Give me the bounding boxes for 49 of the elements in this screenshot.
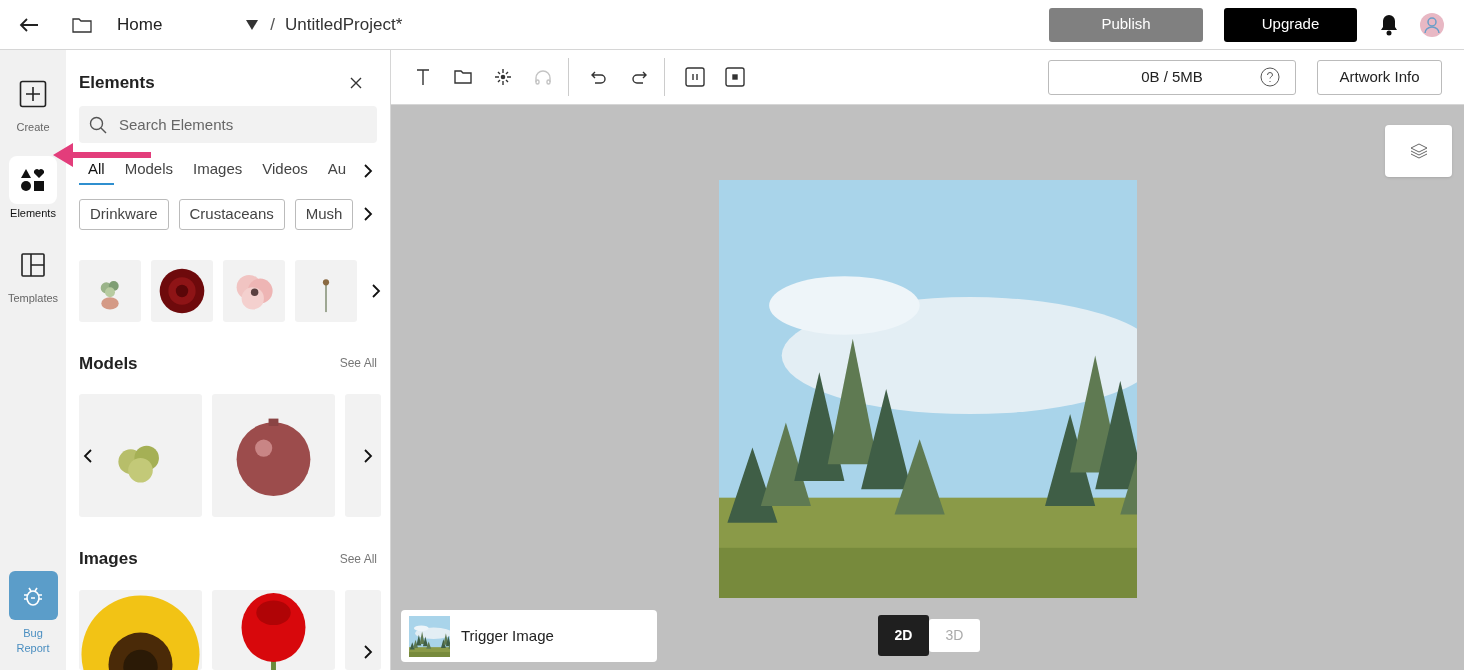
upgrade-button[interactable]: Upgrade: [1224, 7, 1357, 42]
search-field[interactable]: Search Elements: [79, 105, 377, 143]
artwork-info-button[interactable]: Artwork Info: [1317, 59, 1442, 95]
shapes-icon: [20, 167, 46, 192]
category-tab[interactable]: Au: [318, 156, 356, 185]
home-link[interactable]: Home: [117, 11, 163, 38]
chevron-left-icon[interactable]: [83, 448, 93, 464]
sparkle-icon[interactable]: [493, 67, 513, 87]
chevron-right-icon[interactable]: [363, 205, 373, 222]
view-mode-toggle[interactable]: 2D: [878, 615, 929, 656]
panel-title: Elements: [79, 72, 155, 94]
section-title: Models: [79, 352, 138, 375]
section-title: Images: [79, 548, 138, 570]
publish-button[interactable]: Publish: [1049, 7, 1203, 42]
chevron-right-icon[interactable]: [363, 448, 373, 464]
dropdown-caret-icon[interactable]: [246, 19, 259, 30]
tag-chip[interactable]: Crustaceans: [178, 198, 285, 230]
trigger-image-card[interactable]: Trigger Image: [401, 610, 657, 662]
folder-icon[interactable]: [453, 67, 473, 87]
project-name[interactable]: UntitledProject*: [285, 11, 403, 38]
thumbnail-card[interactable]: [345, 394, 381, 517]
folder-icon[interactable]: [72, 16, 92, 33]
category-tab[interactable]: Videos: [253, 156, 317, 185]
plus-icon: [19, 80, 47, 108]
search-icon: [89, 115, 107, 134]
see-all-link[interactable]: See All: [339, 354, 377, 373]
close-icon[interactable]: [350, 76, 362, 89]
chevron-right-icon[interactable]: [363, 643, 373, 660]
category-tab[interactable]: Models: [115, 156, 183, 185]
avatar-icon[interactable]: [1420, 12, 1444, 37]
category-tab[interactable]: All: [79, 156, 114, 185]
rail-item[interactable]: Templates: [3, 241, 63, 307]
chevron-right-icon[interactable]: [371, 282, 381, 299]
category-tab[interactable]: Images: [184, 156, 252, 185]
layout-icon: [21, 253, 45, 277]
stop-icon[interactable]: [725, 67, 745, 87]
back-arrow-icon[interactable]: [19, 16, 39, 33]
help-icon[interactable]: [1260, 67, 1280, 87]
storage-indicator: 0B / 5MB: [1048, 59, 1296, 95]
pause-icon[interactable]: [685, 67, 705, 87]
rail-item[interactable]: Create: [3, 70, 63, 136]
tag-chip[interactable]: Mush: [294, 198, 354, 230]
see-all-link[interactable]: See All: [339, 549, 377, 568]
chevron-right-icon[interactable]: [363, 162, 373, 179]
notification-bell-icon[interactable]: [1379, 13, 1399, 36]
tag-chip[interactable]: Drinkware: [79, 198, 169, 230]
breadcrumb-separator: /: [270, 13, 276, 36]
layers-icon: [1408, 142, 1429, 160]
thumbnail-card[interactable]: [345, 589, 381, 670]
